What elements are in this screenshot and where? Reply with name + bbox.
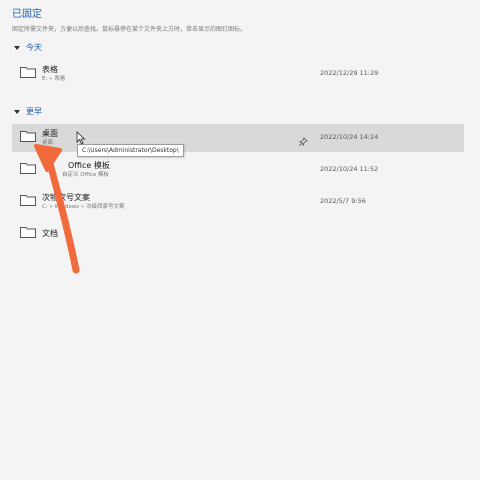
folder-icon bbox=[20, 226, 36, 238]
list-item-folder[interactable]: 表格 E: » 表格 2022/12/29 11:29 bbox=[12, 60, 464, 88]
section-earlier-label: 更早 bbox=[26, 107, 42, 116]
item-name: 次物家号文案 bbox=[42, 193, 90, 202]
folder-icon bbox=[20, 66, 36, 78]
item-path: E: » 表格 bbox=[42, 76, 66, 82]
item-name: 表格 bbox=[42, 65, 58, 74]
mouse-cursor-icon bbox=[76, 131, 86, 145]
chevron-down-icon bbox=[14, 45, 20, 50]
item-date: 2022/10/24 14:24 bbox=[320, 133, 379, 141]
folder-icon bbox=[20, 194, 36, 206]
item-name: Office 模板 bbox=[68, 161, 110, 170]
section-earlier-header[interactable]: 更早 bbox=[14, 106, 42, 117]
item-path: 桌面 bbox=[42, 140, 54, 146]
item-date: 2022/10/24 11:52 bbox=[320, 165, 379, 173]
list-item-folder[interactable]: Office 模板 自定义 Office 模板 2022/10/24 11:52 bbox=[12, 156, 464, 184]
item-name: 文档 bbox=[42, 229, 58, 238]
item-name: 桌面 bbox=[42, 129, 58, 138]
folder-icon bbox=[20, 130, 36, 142]
pinned-description: 固定所需文件夹，方便以后查找。鼠标悬停在某个文件夹上方时，单击显示的图钉图标。 bbox=[12, 26, 247, 33]
pinned-header: 已固定 固定所需文件夹，方便以后查找。鼠标悬停在某个文件夹上方时，单击显示的图钉… bbox=[12, 8, 246, 33]
list-item-folder[interactable]: 次物家号文案 C: » Windows » 次级西家号文案 2022/5/7 9… bbox=[12, 188, 464, 216]
pin-icon[interactable] bbox=[298, 132, 308, 147]
list-item-folder[interactable]: 文档 bbox=[12, 220, 464, 248]
item-path: C: » Windows » 次级西家号文案 bbox=[42, 204, 125, 210]
item-date: 2022/5/7 9:56 bbox=[320, 197, 366, 205]
chevron-down-icon bbox=[14, 109, 20, 114]
item-path: 自定义 Office 模板 bbox=[62, 172, 110, 178]
pinned-title: 已固定 bbox=[12, 9, 42, 20]
item-date: 2022/12/29 11:29 bbox=[320, 69, 379, 77]
section-today-header[interactable]: 今天 bbox=[14, 42, 42, 53]
section-today-label: 今天 bbox=[26, 43, 42, 52]
folder-icon bbox=[20, 162, 36, 174]
path-tooltip: C:\Users\Administrator\Desktop\ bbox=[77, 144, 184, 157]
